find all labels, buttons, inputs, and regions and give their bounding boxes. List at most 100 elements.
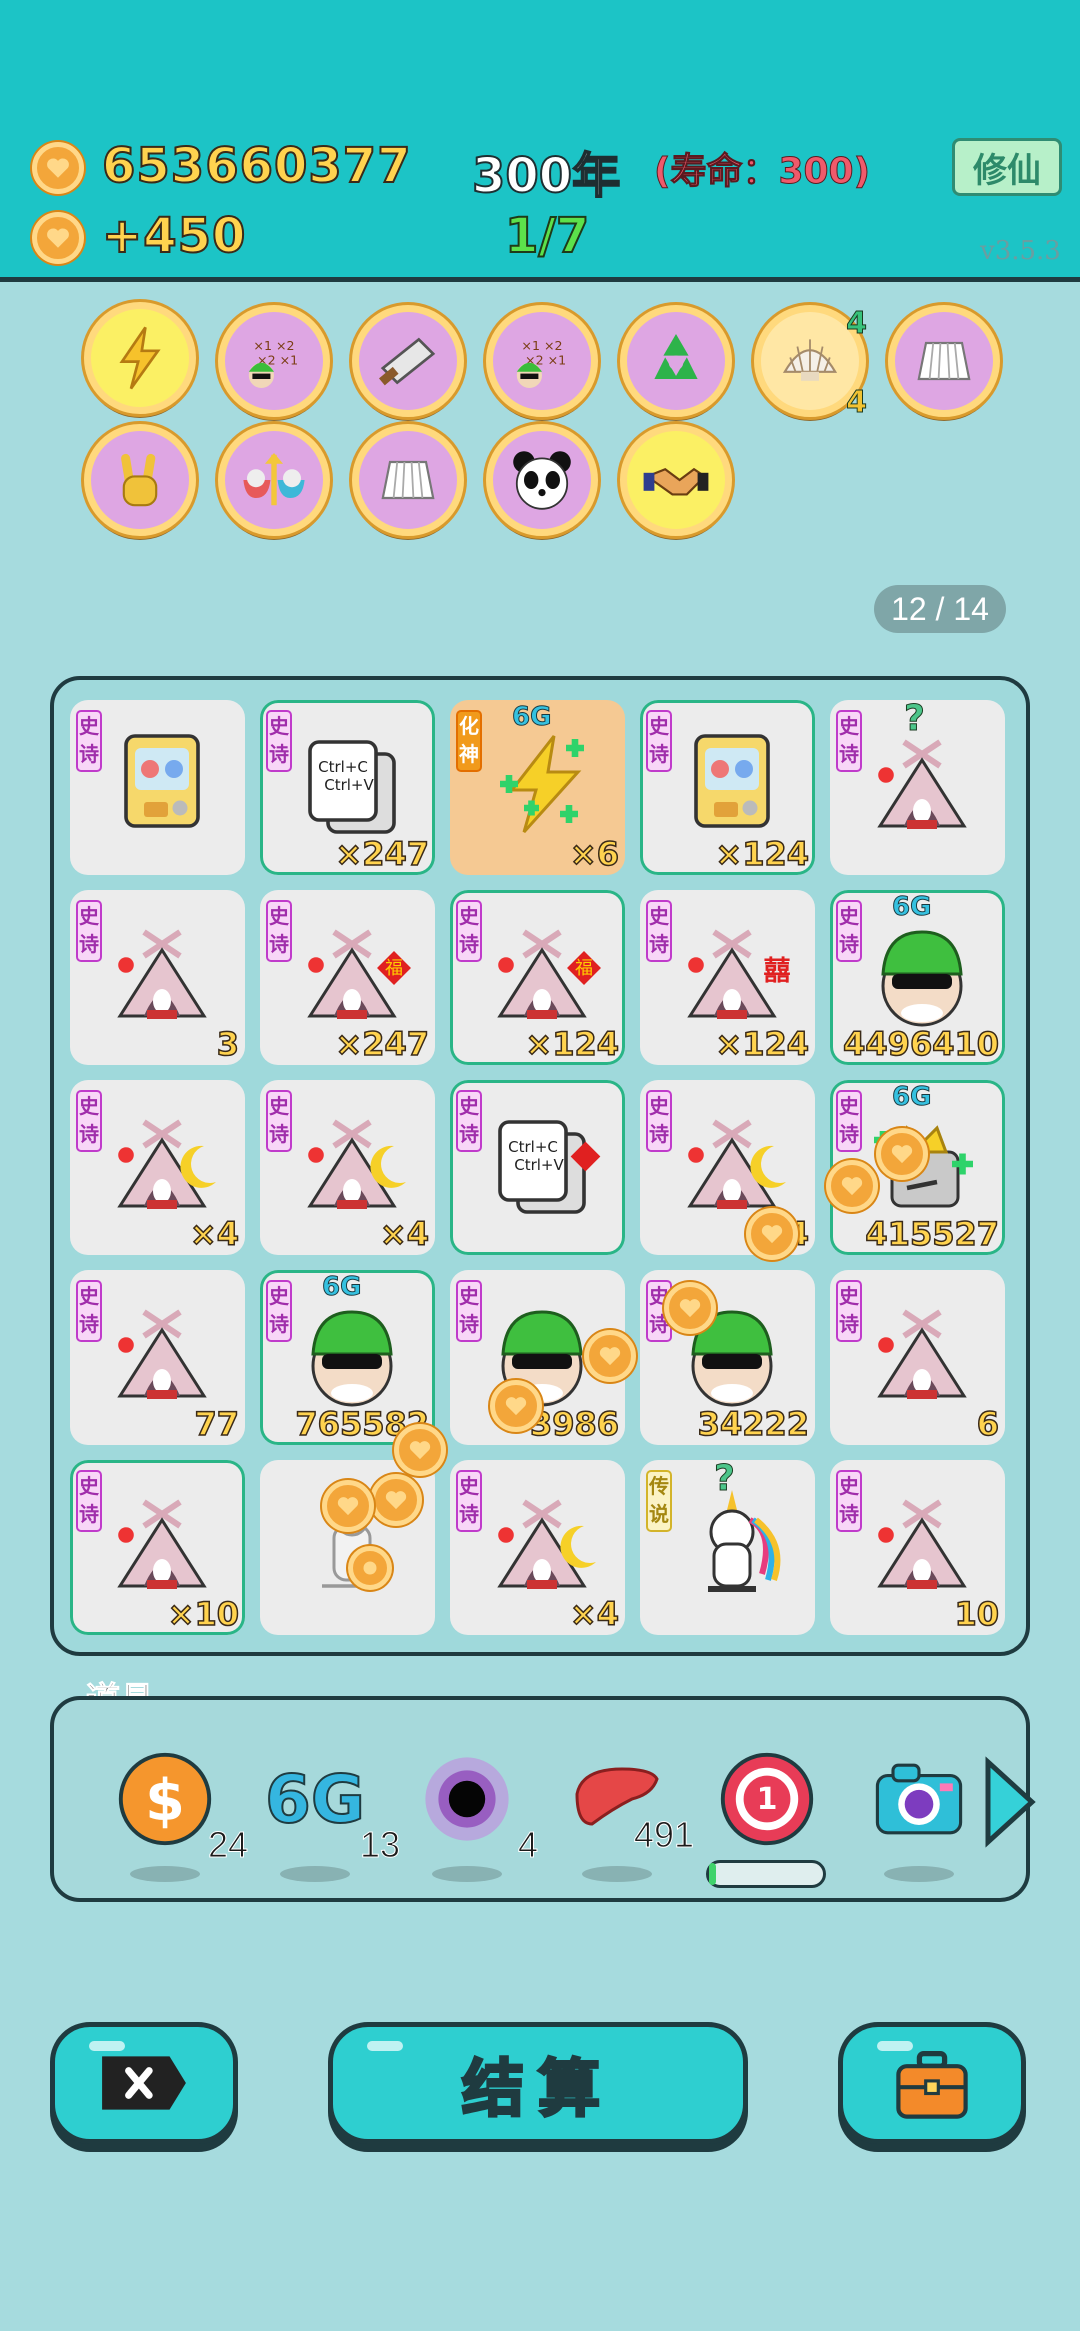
black-hole-tool[interactable]: 4 [412,1744,539,1882]
board-cell[interactable]: 化神 6G ×6 [450,700,625,875]
svg-text:$: $ [145,1768,185,1834]
rabbit-tent-fu-icon: 福 [307,929,411,1019]
board-cell[interactable]: 史诗 ×4 [450,1460,625,1635]
floating-coin[interactable] [584,1330,636,1382]
unknown-marker: ? [714,1460,736,1500]
item-count: ×124 [715,834,810,874]
cleaver-icon[interactable] [352,305,464,417]
item-count: 34222 [697,1404,810,1444]
svg-text:×1 ×2: ×1 ×2 [521,338,562,353]
floating-coin[interactable] [394,1424,446,1476]
skirt-icon[interactable] [888,305,1000,417]
camera-tool[interactable] [864,1744,974,1882]
floating-coin[interactable] [664,1282,716,1334]
board-cell[interactable]: 史诗 6G 765582 [260,1270,435,1445]
rabbit-tent-fu-icon: 福 [497,929,601,1019]
item-count: ×124 [715,1024,810,1064]
lightning-plus-icon [500,735,584,834]
target-progress-bar [706,1860,826,1888]
version-label: v3.5.3 [980,236,1061,266]
rabbit-tent-icon [117,929,207,1019]
item-count: ×4 [379,1214,430,1254]
6g-tool[interactable]: 6G 13 [260,1744,401,1882]
floating-coin[interactable] [348,1546,392,1590]
dollar-coin-count: 24 [207,1824,248,1866]
header-bar: 653660377 +450 300年 (寿命：300) 1/7 修仙 v3.5… [0,0,1080,282]
svg-text:Ctrl+C: Ctrl+C [318,758,368,776]
svg-text:Ctrl+C: Ctrl+C [508,1138,558,1156]
board-cell[interactable]: 史诗? [830,700,1005,875]
stage-progress: 1/7 [504,207,590,265]
multiply-formula-icon[interactable]: ×1 ×2 ×2 ×1 [218,305,330,417]
board-cell[interactable]: 史诗 ×10 [70,1460,245,1635]
next-arrow-icon[interactable] [980,1754,1040,1850]
handshake-icon[interactable] [620,424,732,536]
tools-panel: $ 24 6G 13 4 491 1 [50,1696,1036,1902]
board-cell[interactable]: 史诗 ×124 [640,700,815,875]
board-cell[interactable]: 史诗 ×4 [260,1080,435,1255]
board-cell[interactable]: 传说? [640,1460,815,1635]
dollar-coin-tool[interactable]: $ 24 [110,1744,249,1882]
floating-coin[interactable] [322,1480,374,1532]
recycle-icon[interactable] [620,305,732,417]
cultivate-button[interactable]: 修仙 [952,138,1062,196]
item-count: 6 [976,1404,1000,1444]
board-cell[interactable]: 史诗 6G 4496410 [830,890,1005,1065]
board-cell[interactable]: 史诗 Ctrl+C Ctrl+V ×247 [260,700,435,875]
shell-icon[interactable]: 4 4 [754,305,867,421]
board-cell[interactable]: 史诗 [70,700,245,875]
item-count: ×4 [189,1214,240,1254]
item-count: 3 [216,1024,240,1064]
settle-label: 结算 [460,2051,614,2127]
income-coin-icon [32,212,84,264]
item-count: ×124 [525,1024,620,1064]
floating-coin[interactable] [370,1474,422,1526]
rarity-tag: 史诗 [836,1090,862,1152]
board-cell[interactable]: 史诗福 ×247 [260,890,435,1065]
board-cell[interactable]: 史诗 Ctrl+C Ctrl+V [450,1080,625,1255]
board-cell[interactable]: 史诗 ×4 [70,1080,245,1255]
board-cell[interactable]: 史诗 77 [70,1270,245,1445]
rabbit-tent-icon [117,1309,207,1399]
rabbit-tent-moon-icon [497,1499,596,1589]
board-cell[interactable]: 史诗 10 [830,1460,1005,1635]
item-count: ×247 [335,1024,430,1064]
black-hole-icon [425,1757,509,1841]
gashapon-icon [124,734,200,828]
rarity-tag: 史诗 [76,710,102,772]
floating-coin[interactable] [490,1380,542,1432]
rarity-tag: 传说 [646,1470,672,1532]
settle-button[interactable]: 结算 [328,2022,748,2144]
board-cell[interactable]: 史诗 6 [830,1270,1005,1445]
rabbit-tent-icon [877,739,967,829]
bag-button[interactable] [838,2022,1026,2144]
floating-coin[interactable] [876,1128,928,1180]
svg-text:Ctrl+V: Ctrl+V [324,776,374,794]
close-button[interactable] [50,2022,238,2144]
lightning-icon[interactable] [84,302,196,414]
floating-coin[interactable] [746,1208,798,1260]
floating-coin[interactable] [826,1160,878,1212]
target-one-tool[interactable]: 1 [706,1744,826,1888]
close-icon [102,2056,186,2110]
gen-badge: 6G [321,1272,362,1303]
income-rate: +450 [101,207,247,265]
rarity-tag: 史诗 [646,900,672,962]
bowls-arrow-icon[interactable] [218,424,330,536]
rabbit-tent-moon-icon [117,1119,216,1209]
panda-icon[interactable] [486,424,598,536]
target-one-label: 1 [756,1781,778,1817]
rabbit-tent-icon [117,1499,207,1589]
svg-text:×1 ×2: ×1 ×2 [253,338,294,353]
rock-hand-icon[interactable] [84,424,196,536]
board-cell[interactable]: 史诗 3 [70,890,245,1065]
rarity-tag: 史诗 [836,1280,862,1342]
item-count: 10 [954,1594,1000,1634]
board-cell[interactable]: 史诗福 ×124 [450,890,625,1065]
green-hat-man-icon [311,1310,393,1407]
liver-tool[interactable]: 491 [562,1744,695,1882]
dollar-coin-icon: $ [118,1752,212,1846]
board-cell[interactable]: 史诗囍 ×124 [640,890,815,1065]
multiply-formula-icon-2[interactable]: ×1 ×2 ×2 ×1 [486,305,598,417]
skirt-icon-2[interactable] [352,424,464,536]
